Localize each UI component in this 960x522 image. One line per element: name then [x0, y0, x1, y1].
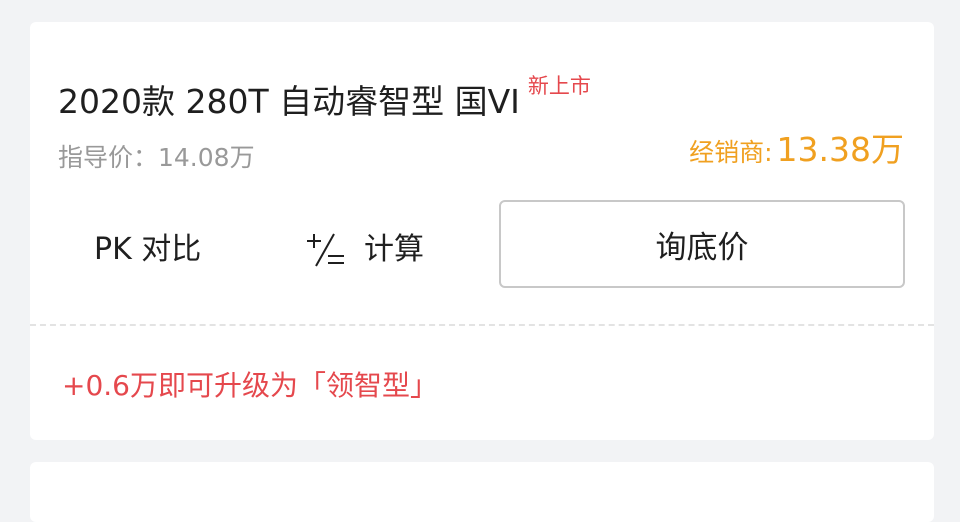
upgrade-link[interactable]: +0.6万即可升级为「领智型」: [62, 366, 438, 406]
calculator-label: 计算: [364, 232, 424, 267]
car-trim-card: 2020款 280T 自动睿智型 国VI 新上市 指导价：14.08万 经销商:…: [30, 22, 934, 440]
dealer-price-label: 经销商:: [689, 138, 773, 167]
dashed-divider: [30, 324, 934, 326]
guide-price: 指导价：14.08万: [58, 143, 255, 172]
dealer-price: 经销商: 13.38万: [689, 130, 904, 173]
calculator-button[interactable]: 计算: [304, 230, 424, 270]
dealer-price-value: 13.38万: [776, 130, 904, 169]
pk-compare-button[interactable]: PK 对比: [94, 230, 201, 270]
plus-minus-equals-icon: [307, 233, 344, 267]
model-name: 2020款 280T 自动睿智型 国VI: [58, 82, 520, 121]
inquiry-price-button[interactable]: 询底价: [499, 200, 905, 288]
new-release-badge: 新上市: [527, 74, 591, 98]
action-row: PK 对比 计算 询底价: [30, 200, 934, 292]
next-card: [30, 462, 934, 522]
title-row: 2020款 280T 自动睿智型 国VI 新上市: [58, 74, 591, 124]
